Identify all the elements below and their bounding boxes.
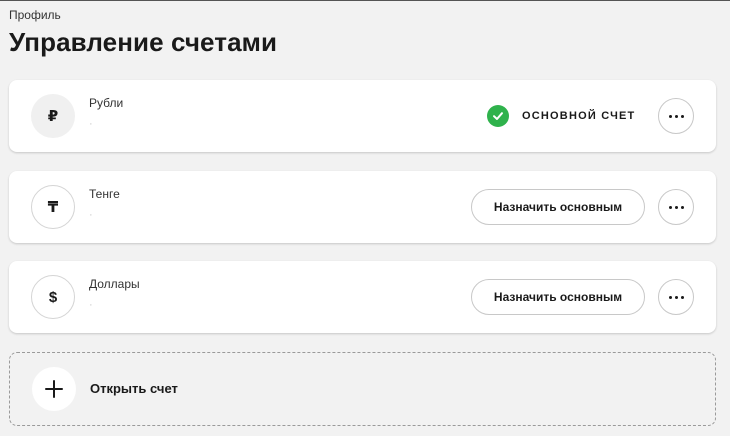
page-title: Управление счетами xyxy=(9,27,278,57)
top-border xyxy=(0,0,730,1)
more-dots-icon xyxy=(668,295,672,299)
breadcrumb[interactable]: Профиль xyxy=(9,8,61,22)
primary-account-label: ОСНОВНОЙ СЧЕТ xyxy=(522,110,636,122)
more-dots-icon xyxy=(668,114,672,118)
account-number: · xyxy=(89,209,93,221)
more-options-button[interactable] xyxy=(658,98,694,134)
account-card-kzt[interactable]: ₸ Тенге · Назначить основным xyxy=(9,171,716,243)
account-number: · xyxy=(89,299,93,311)
set-primary-button[interactable]: Назначить основным xyxy=(471,189,645,225)
tenge-icon: ₸ xyxy=(31,185,75,229)
plus-icon xyxy=(32,367,76,411)
account-card-rub[interactable]: ₽ Рубли · ОСНОВНОЙ СЧЕТ xyxy=(9,80,716,152)
more-options-button[interactable] xyxy=(658,189,694,225)
dollar-icon: $ xyxy=(31,275,75,319)
account-name: Доллары xyxy=(89,277,140,291)
more-dots-icon xyxy=(668,205,672,209)
check-icon xyxy=(487,105,509,127)
more-options-button[interactable] xyxy=(658,279,694,315)
account-name: Рубли xyxy=(89,96,124,110)
primary-account-status: ОСНОВНОЙ СЧЕТ xyxy=(487,105,635,127)
account-name: Тенге xyxy=(89,187,120,201)
account-number: · xyxy=(89,118,93,130)
set-primary-button[interactable]: Назначить основным xyxy=(471,279,645,315)
open-account-button[interactable]: Открыть счет xyxy=(9,352,716,426)
open-account-label: Открыть счет xyxy=(90,381,178,396)
ruble-icon: ₽ xyxy=(31,94,75,138)
account-card-usd[interactable]: $ Доллары · Назначить основным xyxy=(9,261,716,333)
